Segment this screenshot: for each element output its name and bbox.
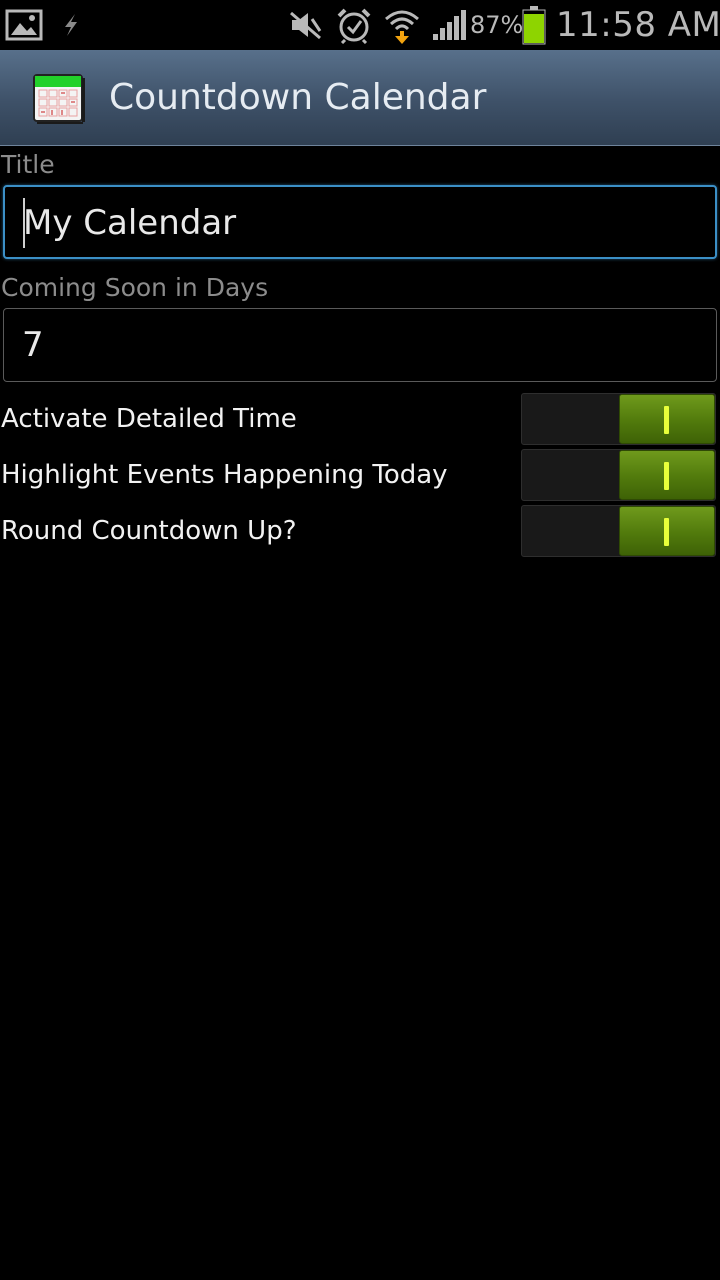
- battery-percent: 87%: [470, 11, 524, 39]
- text-cursor: [23, 198, 25, 248]
- app-title: Countdown Calendar: [109, 77, 487, 118]
- switch-thumb: [619, 394, 715, 444]
- toggle-label-highlight-today: Highlight Events Happening Today: [1, 460, 448, 490]
- signal-icon: [430, 0, 468, 50]
- calendar-icon[interactable]: [33, 74, 85, 124]
- detailed-time-switch[interactable]: [521, 393, 716, 445]
- toggle-row-round-up: Round Countdown Up?: [0, 505, 720, 557]
- toggle-row-detailed-time: Activate Detailed Time: [0, 393, 720, 445]
- status-bar: 87% 11:58 AM: [0, 0, 720, 50]
- mute-icon: [286, 0, 326, 50]
- usb-icon: [58, 0, 84, 50]
- switch-grip-icon: [664, 518, 669, 546]
- title-label: Title: [1, 150, 55, 179]
- clock: 11:58 AM: [556, 5, 720, 45]
- coming-soon-label: Coming Soon in Days: [1, 273, 269, 302]
- toggle-label-detailed-time: Activate Detailed Time: [1, 404, 297, 434]
- switch-thumb: [619, 450, 715, 500]
- wifi-icon: [382, 0, 422, 50]
- gallery-icon: [4, 0, 44, 50]
- switch-grip-icon: [664, 462, 669, 490]
- switch-thumb: [619, 506, 715, 556]
- battery-icon: [521, 0, 547, 50]
- toggle-label-round-up: Round Countdown Up?: [1, 516, 297, 546]
- title-input[interactable]: My Calendar: [3, 185, 717, 259]
- coming-soon-input[interactable]: 7: [3, 308, 717, 382]
- switch-grip-icon: [664, 406, 669, 434]
- action-bar: Countdown Calendar: [0, 50, 720, 146]
- highlight-today-switch[interactable]: [521, 449, 716, 501]
- title-input-value: My Calendar: [23, 203, 237, 243]
- coming-soon-input-value: 7: [22, 325, 44, 365]
- round-up-switch[interactable]: [521, 505, 716, 557]
- toggle-row-highlight-today: Highlight Events Happening Today: [0, 449, 720, 501]
- alarm-icon: [334, 0, 374, 50]
